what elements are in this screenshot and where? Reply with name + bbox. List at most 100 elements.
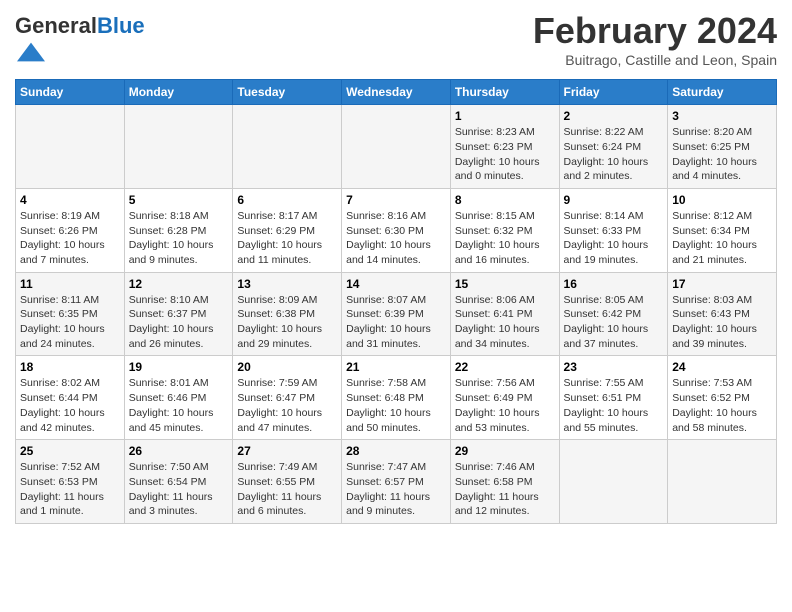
- day-info: Sunrise: 8:18 AMSunset: 6:28 PMDaylight:…: [129, 209, 229, 268]
- day-number: 19: [129, 360, 229, 374]
- calendar-day-cell: 20 Sunrise: 7:59 AMSunset: 6:47 PMDayligh…: [233, 356, 342, 440]
- day-info: Sunrise: 8:16 AMSunset: 6:30 PMDaylight:…: [346, 209, 446, 268]
- day-number: 21: [346, 360, 446, 374]
- day-number: 23: [564, 360, 664, 374]
- day-number: 29: [455, 444, 555, 458]
- day-number: 6: [237, 193, 337, 207]
- day-number: 12: [129, 277, 229, 291]
- calendar-day-cell: 15 Sunrise: 8:06 AMSunset: 6:41 PMDayligh…: [450, 272, 559, 356]
- calendar-week-row: 25 Sunrise: 7:52 AMSunset: 6:53 PMDayligh…: [16, 440, 777, 524]
- calendar-day-cell: 18 Sunrise: 8:02 AMSunset: 6:44 PMDayligh…: [16, 356, 125, 440]
- calendar-day-cell: 28Sunrise: 7:47 AMSunset: 6:57 PMDayligh…: [342, 440, 451, 524]
- day-number: 1: [455, 109, 555, 123]
- day-info: Sunrise: 8:03 AMSunset: 6:43 PMDaylight:…: [672, 293, 772, 352]
- day-number: 24: [672, 360, 772, 374]
- day-info: Sunrise: 8:12 AMSunset: 6:34 PMDaylight:…: [672, 209, 772, 268]
- day-info: Sunrise: 8:09 AMSunset: 6:38 PMDaylight:…: [237, 293, 337, 352]
- calendar-day-cell: 25 Sunrise: 7:52 AMSunset: 6:53 PMDayligh…: [16, 440, 125, 524]
- calendar-day-cell: 11 Sunrise: 8:11 AMSunset: 6:35 PMDayligh…: [16, 272, 125, 356]
- day-info: Sunrise: 8:01 AMSunset: 6:46 PMDaylight:…: [129, 376, 229, 435]
- calendar-day-cell: 14Sunrise: 8:07 AMSunset: 6:39 PMDayligh…: [342, 272, 451, 356]
- calendar-day-cell: 27 Sunrise: 7:49 AMSunset: 6:55 PMDayligh…: [233, 440, 342, 524]
- calendar-week-row: 11 Sunrise: 8:11 AMSunset: 6:35 PMDayligh…: [16, 272, 777, 356]
- day-number: 20: [237, 360, 337, 374]
- calendar-day-cell: 12 Sunrise: 8:10 AMSunset: 6:37 PMDayligh…: [124, 272, 233, 356]
- day-info: Sunrise: 8:02 AMSunset: 6:44 PMDaylight:…: [20, 376, 120, 435]
- day-number: 4: [20, 193, 120, 207]
- calendar-day-cell: [233, 105, 342, 189]
- day-of-week-header: Friday: [559, 80, 668, 105]
- calendar-day-cell: 22 Sunrise: 7:56 AMSunset: 6:49 PMDayligh…: [450, 356, 559, 440]
- calendar-week-row: 1 Sunrise: 8:23 AMSunset: 6:23 PMDaylight…: [16, 105, 777, 189]
- calendar-day-cell: 5 Sunrise: 8:18 AMSunset: 6:28 PMDaylight…: [124, 188, 233, 272]
- calendar-day-cell: 13 Sunrise: 8:09 AMSunset: 6:38 PMDayligh…: [233, 272, 342, 356]
- calendar-day-cell: 10 Sunrise: 8:12 AMSunset: 6:34 PMDayligh…: [668, 188, 777, 272]
- calendar-day-cell: 2Sunrise: 8:22 AMSunset: 6:24 PMDaylight…: [559, 105, 668, 189]
- day-info: Sunrise: 8:23 AMSunset: 6:23 PMDaylight:…: [455, 125, 555, 184]
- calendar-day-cell: 6 Sunrise: 8:17 AMSunset: 6:29 PMDaylight…: [233, 188, 342, 272]
- day-info: Sunrise: 7:50 AMSunset: 6:54 PMDaylight:…: [129, 460, 229, 519]
- day-info: Sunrise: 8:10 AMSunset: 6:37 PMDaylight:…: [129, 293, 229, 352]
- calendar-day-cell: 1 Sunrise: 8:23 AMSunset: 6:23 PMDaylight…: [450, 105, 559, 189]
- day-number: 16: [564, 277, 664, 291]
- day-number: 26: [129, 444, 229, 458]
- day-info: Sunrise: 8:20 AMSunset: 6:25 PMDaylight:…: [672, 125, 772, 184]
- day-number: 22: [455, 360, 555, 374]
- calendar-day-cell: 29 Sunrise: 7:46 AMSunset: 6:58 PMDayligh…: [450, 440, 559, 524]
- calendar-day-cell: 24 Sunrise: 7:53 AMSunset: 6:52 PMDayligh…: [668, 356, 777, 440]
- day-number: 25: [20, 444, 120, 458]
- day-of-week-header: Wednesday: [342, 80, 451, 105]
- day-number: 3: [672, 109, 772, 123]
- day-number: 27: [237, 444, 337, 458]
- day-info: Sunrise: 8:17 AMSunset: 6:29 PMDaylight:…: [237, 209, 337, 268]
- day-info: Sunrise: 7:52 AMSunset: 6:53 PMDaylight:…: [20, 460, 120, 519]
- day-info: Sunrise: 8:15 AMSunset: 6:32 PMDaylight:…: [455, 209, 555, 268]
- calendar-day-cell: 16 Sunrise: 8:05 AMSunset: 6:42 PMDayligh…: [559, 272, 668, 356]
- day-number: 11: [20, 277, 120, 291]
- calendar-week-row: 4Sunrise: 8:19 AMSunset: 6:26 PMDaylight…: [16, 188, 777, 272]
- day-number: 7: [346, 193, 446, 207]
- day-number: 8: [455, 193, 555, 207]
- day-number: 10: [672, 193, 772, 207]
- day-info: Sunrise: 8:06 AMSunset: 6:41 PMDaylight:…: [455, 293, 555, 352]
- day-of-week-header: Monday: [124, 80, 233, 105]
- day-info: Sunrise: 7:58 AMSunset: 6:48 PMDaylight:…: [346, 376, 446, 435]
- day-number: 17: [672, 277, 772, 291]
- calendar-day-cell: 21 Sunrise: 7:58 AMSunset: 6:48 PMDayligh…: [342, 356, 451, 440]
- day-of-week-header: Tuesday: [233, 80, 342, 105]
- day-number: 9: [564, 193, 664, 207]
- day-of-week-header: Sunday: [16, 80, 125, 105]
- day-info: Sunrise: 8:14 AMSunset: 6:33 PMDaylight:…: [564, 209, 664, 268]
- month-title: February 2024: [533, 10, 777, 52]
- day-number: 5: [129, 193, 229, 207]
- day-info: Sunrise: 7:56 AMSunset: 6:49 PMDaylight:…: [455, 376, 555, 435]
- calendar-day-cell: [124, 105, 233, 189]
- calendar-day-cell: 26 Sunrise: 7:50 AMSunset: 6:54 PMDayligh…: [124, 440, 233, 524]
- day-info: Sunrise: 7:59 AMSunset: 6:47 PMDaylight:…: [237, 376, 337, 435]
- calendar-day-cell: 3 Sunrise: 8:20 AMSunset: 6:25 PMDaylight…: [668, 105, 777, 189]
- title-block: February 2024 Buitrago, Castille and Leo…: [533, 10, 777, 68]
- calendar-header-row: SundayMondayTuesdayWednesdayThursdayFrid…: [16, 80, 777, 105]
- calendar-day-cell: [16, 105, 125, 189]
- day-number: 18: [20, 360, 120, 374]
- logo-general-text: General: [15, 13, 97, 38]
- day-info: Sunrise: 7:53 AMSunset: 6:52 PMDaylight:…: [672, 376, 772, 435]
- day-info: Sunrise: 7:49 AMSunset: 6:55 PMDaylight:…: [237, 460, 337, 519]
- day-info: Sunrise: 8:05 AMSunset: 6:42 PMDaylight:…: [564, 293, 664, 352]
- calendar-day-cell: [559, 440, 668, 524]
- calendar-day-cell: [668, 440, 777, 524]
- day-number: 13: [237, 277, 337, 291]
- day-number: 15: [455, 277, 555, 291]
- day-info: Sunrise: 7:55 AMSunset: 6:51 PMDaylight:…: [564, 376, 664, 435]
- calendar-day-cell: [342, 105, 451, 189]
- calendar-day-cell: 17 Sunrise: 8:03 AMSunset: 6:43 PMDayligh…: [668, 272, 777, 356]
- day-info: Sunrise: 7:46 AMSunset: 6:58 PMDaylight:…: [455, 460, 555, 519]
- day-info: Sunrise: 8:22 AMSunset: 6:24 PMDaylight:…: [564, 125, 664, 184]
- calendar-day-cell: 19 Sunrise: 8:01 AMSunset: 6:46 PMDayligh…: [124, 356, 233, 440]
- calendar-day-cell: 8 Sunrise: 8:15 AMSunset: 6:32 PMDaylight…: [450, 188, 559, 272]
- location-subtitle: Buitrago, Castille and Leon, Spain: [533, 52, 777, 68]
- page-header: GeneralBlue February 2024 Buitrago, Cast…: [15, 10, 777, 71]
- day-number: 28: [346, 444, 446, 458]
- day-info: Sunrise: 8:11 AMSunset: 6:35 PMDaylight:…: [20, 293, 120, 352]
- calendar-day-cell: 9 Sunrise: 8:14 AMSunset: 6:33 PMDaylight…: [559, 188, 668, 272]
